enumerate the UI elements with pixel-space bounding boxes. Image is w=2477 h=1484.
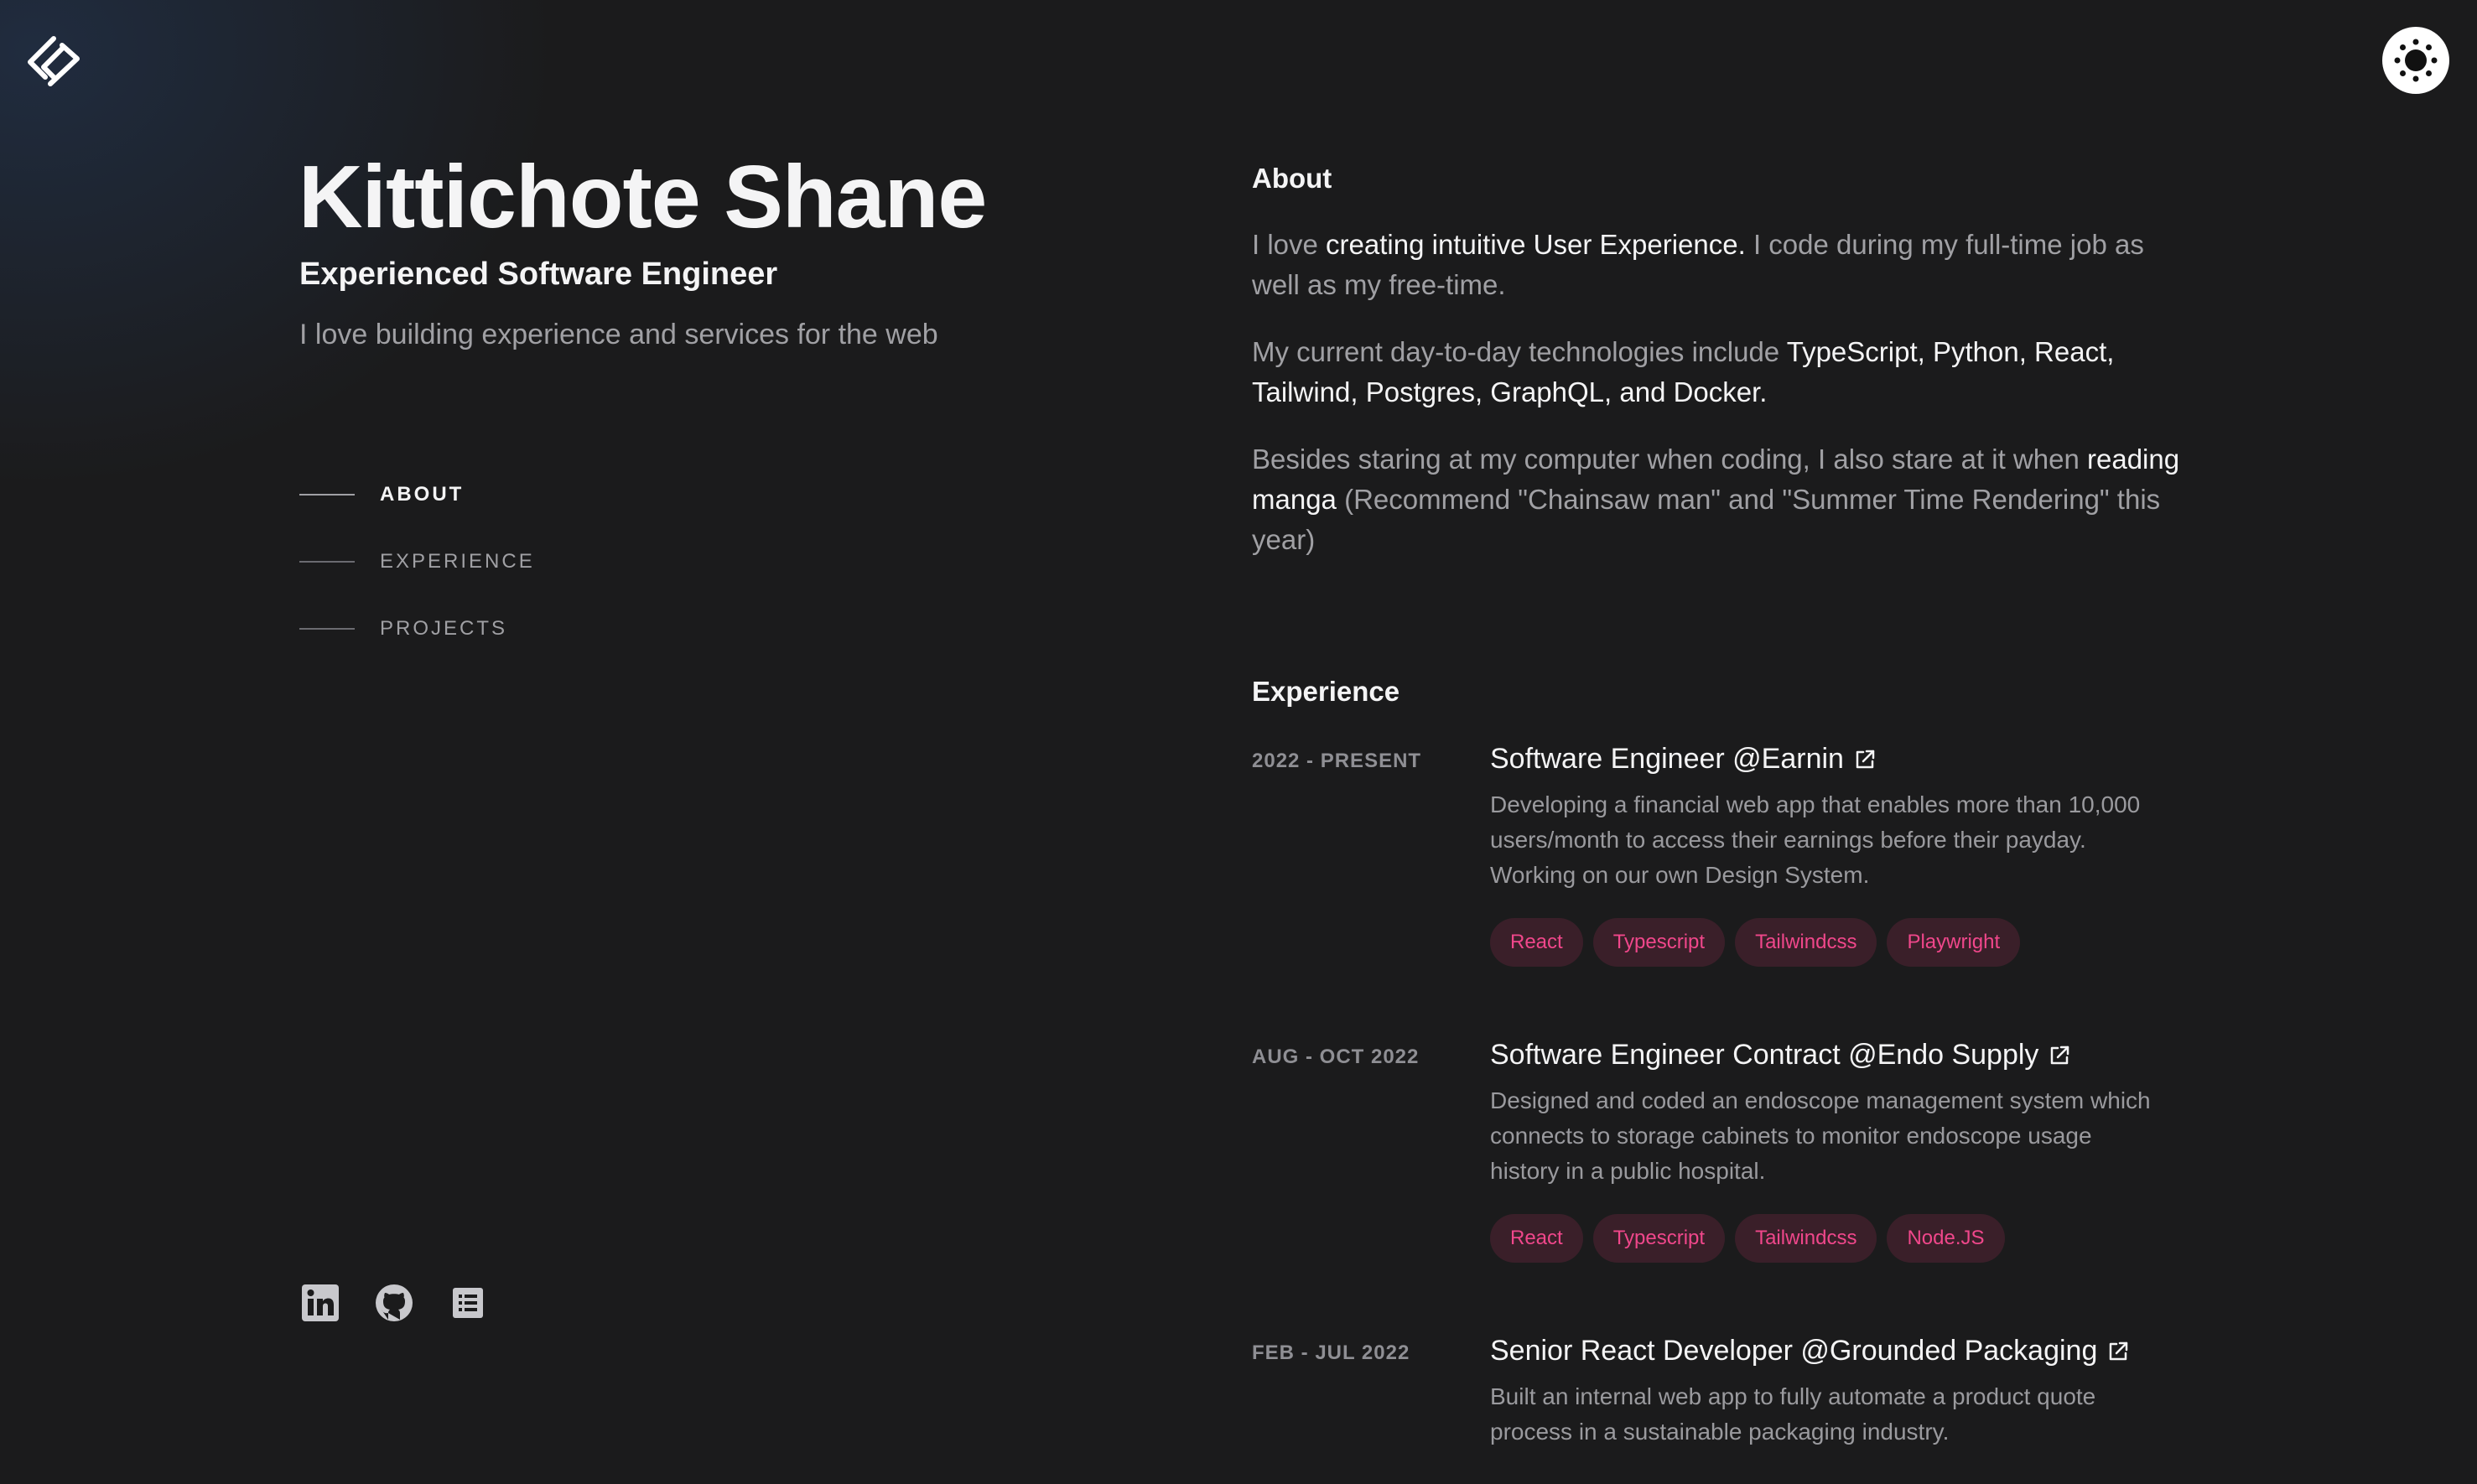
tech-tags: React Typescript Tailwindcss Node.JS	[1490, 1214, 2161, 1263]
tech-tag: Playwright	[1887, 918, 2021, 967]
profile-role: Experienced Software Engineer	[299, 257, 778, 292]
section-nav: ABOUT EXPERIENCE PROJECTS	[299, 476, 535, 677]
experience-section: Experience 2022 - PRESENT Software Engin…	[1252, 676, 2191, 1450]
sun-icon	[2392, 37, 2439, 84]
experience-body: Senior React Developer @Grounded Packagi…	[1490, 1335, 2161, 1450]
tech-tag: Typescript	[1592, 918, 1726, 967]
resume-icon[interactable]	[448, 1283, 488, 1323]
theme-toggle-button[interactable]	[2382, 27, 2449, 94]
experience-description: Designed and coded an endoscope manageme…	[1490, 1087, 2151, 1184]
tech-tags: React Typescript Tailwindcss Playwright	[1490, 918, 2161, 967]
about-heading: About	[1252, 163, 1332, 194]
nav-indicator-line	[299, 628, 355, 630]
experience-item: FEB - JUL 2022 Senior React Developer @G…	[1252, 1335, 2191, 1450]
about-highlight: creating intuitive User Experience.	[1326, 229, 1746, 260]
experience-role: Software Engineer @Earnin	[1490, 743, 1844, 775]
nav-item-label: PROJECTS	[380, 617, 508, 640]
tech-tag: Node.JS	[1887, 1214, 2005, 1263]
about-text: I love	[1252, 229, 1327, 260]
about-paragraph: I love creating intuitive User Experienc…	[1252, 225, 2191, 305]
experience-role-link[interactable]: Software Engineer Contract @Endo Supply	[1490, 1039, 2161, 1071]
portfolio-page: Kittichote Shane Experienced Software En…	[0, 0, 2477, 1484]
tech-tag: Tailwindcss	[1735, 1214, 1877, 1263]
nav-item-label: ABOUT	[380, 483, 465, 506]
experience-item: AUG - OCT 2022 Software Engineer Contrac…	[1252, 1039, 2191, 1263]
linkedin-icon[interactable]	[300, 1283, 340, 1323]
experience-date: AUG - OCT 2022	[1252, 1046, 1420, 1068]
experience-heading: Experience	[1252, 676, 1400, 707]
github-icon[interactable]	[374, 1283, 414, 1323]
experience-role: Senior React Developer @Grounded Packagi…	[1490, 1335, 2098, 1367]
tech-tag: React	[1490, 918, 1583, 967]
nav-item-about[interactable]: ABOUT	[299, 476, 535, 513]
experience-body: Software Engineer @Earnin Developing a f…	[1490, 743, 2161, 967]
nav-indicator-line	[299, 494, 355, 496]
experience-role: Software Engineer Contract @Endo Supply	[1490, 1039, 2039, 1071]
profile-tagline: I love building experience and services …	[299, 319, 938, 350]
social-links	[300, 1283, 488, 1323]
tech-tag: Tailwindcss	[1735, 918, 1877, 967]
about-text: My current day-to-day technologies inclu…	[1252, 336, 1787, 367]
experience-description: Developing a financial web app that enab…	[1490, 791, 2141, 888]
tech-tag: Typescript	[1592, 1214, 1726, 1263]
about-text: Besides staring at my computer when codi…	[1252, 444, 2087, 475]
nav-indicator-line	[299, 561, 355, 563]
experience-item: 2022 - PRESENT Software Engineer @Earnin	[1252, 743, 2191, 967]
external-link-icon	[2106, 1339, 2131, 1364]
experience-role-link[interactable]: Software Engineer @Earnin	[1490, 743, 2161, 776]
profile-name: Kittichote Shane	[299, 148, 987, 246]
tech-tag: React	[1490, 1214, 1583, 1263]
about-section: About I love creating intuitive User Exp…	[1252, 163, 2191, 560]
about-paragraph: My current day-to-day technologies inclu…	[1252, 332, 2191, 413]
external-link-icon	[2047, 1043, 2072, 1068]
nav-item-label: EXPERIENCE	[380, 550, 535, 573]
experience-date: 2022 - PRESENT	[1252, 750, 1422, 772]
experience-body: Software Engineer Contract @Endo Supply …	[1490, 1039, 2161, 1263]
nav-item-experience[interactable]: EXPERIENCE	[299, 543, 535, 580]
nav-item-projects[interactable]: PROJECTS	[299, 610, 535, 647]
experience-list: 2022 - PRESENT Software Engineer @Earnin	[1252, 743, 2191, 1450]
experience-role-link[interactable]: Senior React Developer @Grounded Packagi…	[1490, 1335, 2161, 1367]
experience-date: FEB - JUL 2022	[1252, 1341, 1410, 1364]
main-content: About I love creating intuitive User Exp…	[1252, 163, 2191, 1484]
about-text: (Recommend "Chainsaw man" and "Summer Ti…	[1252, 484, 2161, 555]
about-paragraph: Besides staring at my computer when codi…	[1252, 439, 2191, 560]
experience-description: Built an internal web app to fully autom…	[1490, 1383, 2096, 1445]
external-link-icon	[1852, 747, 1877, 772]
brand-logo-icon[interactable]	[25, 34, 84, 89]
